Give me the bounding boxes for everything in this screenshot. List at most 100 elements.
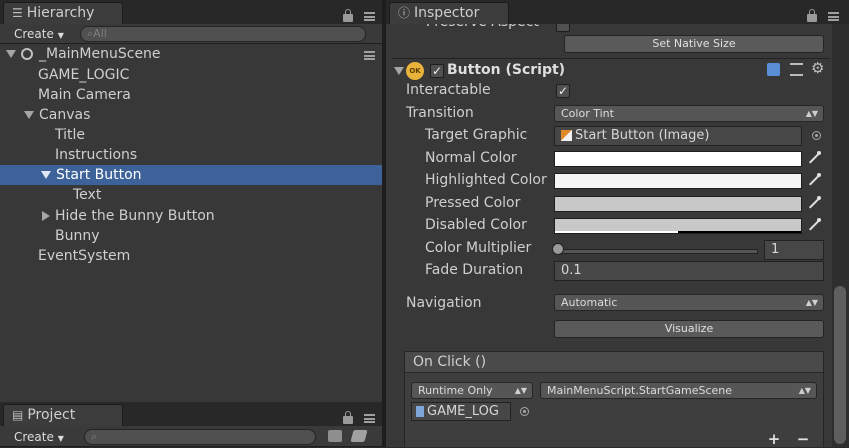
preserve-aspect-checkbox[interactable] bbox=[556, 24, 570, 32]
item-label: Main Camera bbox=[38, 87, 131, 103]
target-graphic-label: Target Graphic bbox=[425, 127, 528, 143]
object-picker-icon[interactable] bbox=[520, 407, 529, 416]
hierarchy-create-button[interactable]: Create ▼ bbox=[8, 25, 64, 43]
runtime-mode-dropdown[interactable]: Runtime Only ▲▼ bbox=[411, 382, 533, 399]
eyedropper-icon[interactable] bbox=[808, 196, 822, 210]
scene-menu-icon[interactable] bbox=[364, 51, 375, 60]
normal-color-label: Normal Color bbox=[425, 150, 517, 166]
dropdown-arrows-icon: ▲▼ bbox=[805, 298, 818, 307]
component-title: Button (Script) bbox=[447, 62, 566, 78]
scene-row[interactable]: _MainMenuScene bbox=[0, 44, 382, 64]
script-file-icon bbox=[416, 406, 424, 417]
eyedropper-icon[interactable] bbox=[808, 151, 822, 165]
tab-hierarchy[interactable]: ☰ Hierarchy bbox=[3, 2, 123, 24]
tree-item-title[interactable]: Title bbox=[0, 125, 382, 145]
remove-listener-button[interactable]: − bbox=[795, 431, 811, 447]
fade-duration-input[interactable]: 0.1 bbox=[554, 261, 824, 281]
tree-item-canvas[interactable]: Canvas bbox=[0, 105, 382, 125]
runtime-value: Runtime Only bbox=[418, 384, 493, 397]
eyedropper-icon[interactable] bbox=[808, 218, 822, 232]
expand-down-icon[interactable] bbox=[24, 111, 34, 119]
function-value: MainMenuScript.StartGameScene bbox=[547, 384, 733, 397]
component-foldout-icon[interactable] bbox=[394, 67, 404, 75]
add-listener-button[interactable]: + bbox=[766, 431, 782, 447]
color-multiplier-input[interactable]: 1 bbox=[764, 240, 824, 260]
target-graphic-field[interactable]: Start Button (Image) bbox=[554, 126, 802, 146]
set-native-size-button[interactable]: Set Native Size bbox=[564, 35, 824, 53]
filter-by-type-icon[interactable] bbox=[328, 430, 342, 442]
tab-project[interactable]: ▤ Project bbox=[3, 404, 123, 426]
highlighted-color-swatch[interactable] bbox=[554, 173, 802, 189]
onclick-label: On Click () bbox=[413, 354, 487, 370]
eyedropper-icon[interactable] bbox=[808, 173, 822, 187]
object-picker-icon[interactable] bbox=[812, 131, 821, 140]
tree-item-bunny[interactable]: Bunny bbox=[0, 226, 382, 246]
target-graphic-value: Start Button (Image) bbox=[575, 128, 710, 143]
item-label: Start Button bbox=[56, 167, 142, 183]
scene-name: _MainMenuScene bbox=[39, 46, 161, 62]
expand-down-icon[interactable] bbox=[6, 50, 16, 58]
tree-item-text[interactable]: Text bbox=[0, 185, 382, 205]
tree-item-start-button[interactable]: Start Button bbox=[0, 165, 382, 185]
create-label: Create bbox=[14, 27, 54, 41]
target-object-field[interactable]: GAME_LOG bbox=[411, 402, 511, 421]
hierarchy-search-input[interactable]: ⌕All bbox=[80, 26, 366, 42]
transition-label: Transition bbox=[406, 105, 474, 121]
tab-inspector-label: Inspector bbox=[414, 5, 480, 21]
preset-slider-icon[interactable] bbox=[790, 63, 803, 76]
hierarchy-list-icon: ☰ bbox=[12, 6, 23, 20]
tree-item-instructions[interactable]: Instructions bbox=[0, 145, 382, 165]
normal-color-swatch[interactable] bbox=[554, 151, 802, 167]
target-object-value: GAME_LOG bbox=[427, 404, 499, 419]
search-placeholder: All bbox=[93, 27, 107, 40]
function-dropdown[interactable]: MainMenuScript.StartGameScene ▲▼ bbox=[540, 382, 817, 399]
tree-item-eventsystem[interactable]: EventSystem bbox=[0, 246, 382, 266]
component-enabled-checkbox[interactable]: ✓ bbox=[430, 64, 444, 78]
color-multiplier-slider-track[interactable] bbox=[556, 249, 758, 254]
component-separator bbox=[392, 58, 830, 59]
project-create-button[interactable]: Create ▼ bbox=[8, 428, 64, 446]
hierarchy-tree: _MainMenuScene GAME_LOGIC Main Camera Ca… bbox=[0, 44, 382, 404]
transition-value: Color Tint bbox=[561, 107, 614, 120]
project-search-input[interactable]: ⌕ bbox=[84, 429, 316, 445]
item-label: Title bbox=[55, 127, 86, 143]
settings-gear-icon[interactable]: ⚙ bbox=[811, 59, 824, 77]
disabled-color-label: Disabled Color bbox=[425, 217, 527, 233]
item-label: Bunny bbox=[55, 228, 100, 244]
help-book-icon[interactable] bbox=[767, 63, 780, 76]
image-object-icon bbox=[561, 130, 572, 141]
onclick-event-box: On Click () Runtime Only ▲▼ MainMenuScrip… bbox=[404, 351, 824, 447]
inspector-menu-icon[interactable] bbox=[828, 12, 839, 21]
info-icon: ⓘ bbox=[398, 6, 411, 20]
inspector-lock-icon[interactable] bbox=[807, 9, 817, 22]
panel-menu-icon[interactable] bbox=[364, 12, 375, 21]
pressed-color-swatch[interactable] bbox=[554, 196, 802, 212]
create-label: Create bbox=[14, 430, 54, 444]
inspector-body: Preserve Aspect Set Native Size OK ✓ But… bbox=[386, 24, 832, 447]
inspector-scrollbar-thumb[interactable] bbox=[834, 286, 846, 444]
expand-down-icon[interactable] bbox=[41, 171, 51, 179]
alpha-bar-dark bbox=[678, 231, 801, 233]
lock-icon[interactable] bbox=[343, 9, 353, 22]
visualize-button[interactable]: Visualize bbox=[554, 320, 824, 338]
transition-dropdown[interactable]: Color Tint ▲▼ bbox=[554, 105, 824, 122]
navigation-dropdown[interactable]: Automatic ▲▼ bbox=[554, 294, 824, 311]
tab-project-label: Project bbox=[27, 407, 76, 423]
project-lock-icon[interactable] bbox=[343, 411, 353, 424]
navigation-label: Navigation bbox=[406, 295, 482, 311]
fade-duration-label: Fade Duration bbox=[425, 262, 524, 278]
project-menu-icon[interactable] bbox=[364, 414, 375, 423]
interactable-checkbox[interactable]: ✓ bbox=[556, 84, 570, 98]
tab-inspector[interactable]: ⓘ Inspector bbox=[389, 2, 509, 24]
tree-item-main-camera[interactable]: Main Camera bbox=[0, 85, 382, 105]
color-multiplier-label: Color Multiplier bbox=[425, 240, 532, 256]
tree-item-game-logic[interactable]: GAME_LOGIC bbox=[0, 65, 382, 85]
navigation-value: Automatic bbox=[561, 296, 618, 309]
expand-right-icon[interactable] bbox=[42, 211, 50, 221]
disabled-color-swatch[interactable] bbox=[554, 218, 802, 234]
dropdown-arrows-icon: ▲▼ bbox=[798, 386, 811, 395]
dropdown-arrows-icon: ▲▼ bbox=[514, 386, 527, 395]
color-multiplier-slider-thumb[interactable] bbox=[552, 243, 564, 255]
button-component-icon: OK bbox=[406, 62, 424, 80]
tree-item-hide-bunny-button[interactable]: Hide the Bunny Button bbox=[0, 206, 382, 226]
